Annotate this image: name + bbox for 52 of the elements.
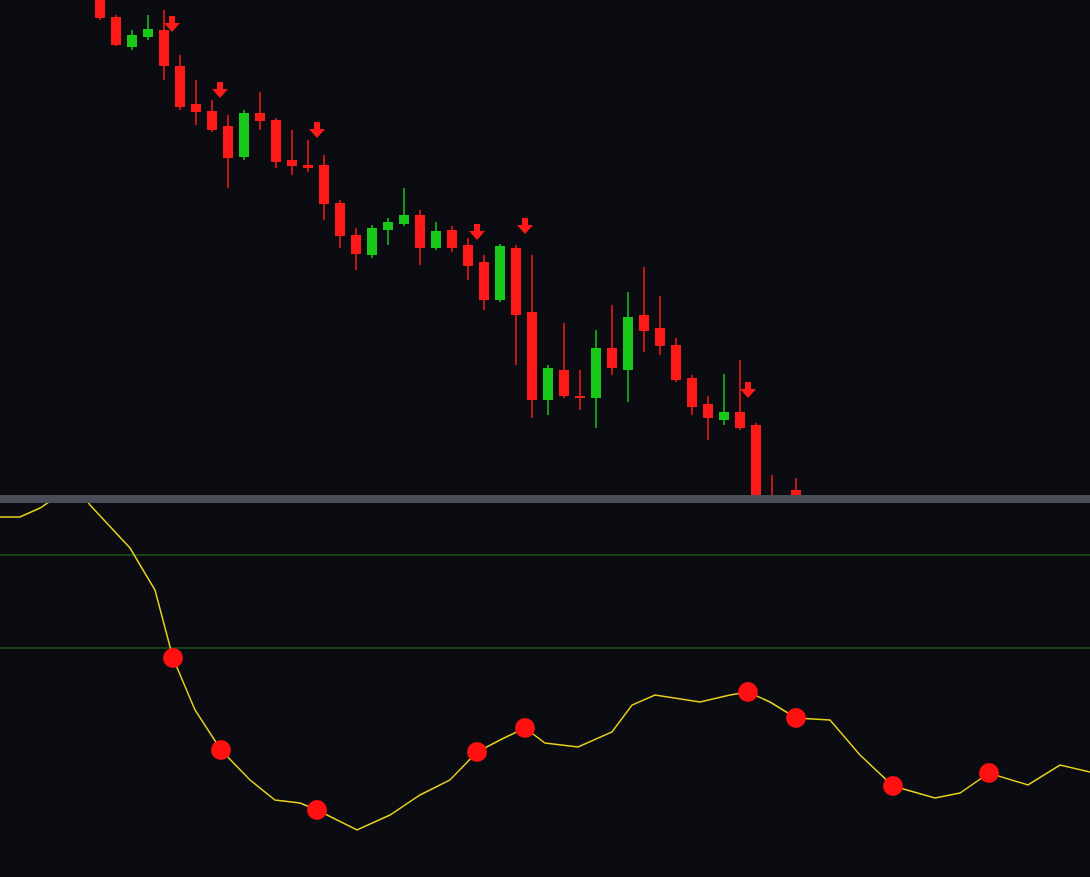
candlestick <box>335 199 345 249</box>
candlestick <box>319 154 329 221</box>
candlestick <box>271 117 281 169</box>
candlestick <box>191 79 201 126</box>
candlestick <box>255 91 265 131</box>
candlestick <box>351 227 361 271</box>
candlestick <box>687 374 697 416</box>
candlestick <box>447 225 457 253</box>
candlestick <box>367 224 377 259</box>
candlestick <box>383 217 393 246</box>
down-arrow-icon <box>469 224 485 240</box>
panel-splitter[interactable] <box>0 495 1090 503</box>
candlestick <box>415 209 425 266</box>
candlestick <box>239 109 249 161</box>
candlestick <box>463 237 473 281</box>
signal-dot <box>163 648 183 668</box>
candlestick <box>95 0 105 21</box>
candlestick <box>771 474 773 495</box>
candlestick <box>111 14 121 47</box>
down-arrow-icon <box>164 16 180 32</box>
candlestick <box>791 477 801 495</box>
signal-dot <box>211 740 231 760</box>
candlestick <box>207 99 217 133</box>
candlestick <box>399 187 409 227</box>
candlestick <box>495 243 505 303</box>
candlestick <box>719 373 729 426</box>
signal-dot <box>786 708 806 728</box>
signal-dot <box>883 776 903 796</box>
down-arrow-icon <box>517 218 533 234</box>
candlestick <box>303 139 313 173</box>
candlestick <box>671 337 681 383</box>
signal-dot <box>515 718 535 738</box>
candlestick <box>143 14 153 41</box>
candlestick <box>543 364 553 416</box>
candlestick <box>287 129 297 176</box>
candlestick <box>575 369 585 411</box>
candlestick <box>655 295 665 356</box>
down-arrow-icon <box>309 122 325 138</box>
signal-dot <box>307 800 327 820</box>
candlestick <box>431 221 441 251</box>
signal-dot <box>467 742 487 762</box>
candlestick <box>127 29 137 51</box>
down-arrow-icon <box>740 382 756 398</box>
candlestick <box>175 54 185 111</box>
candlestick <box>735 359 745 431</box>
candlestick <box>607 304 617 376</box>
candlestick <box>703 395 713 441</box>
signal-dot <box>979 763 999 783</box>
candlestick <box>159 9 169 81</box>
down-arrow-icon <box>212 82 228 98</box>
signal-dot <box>738 682 758 702</box>
candlestick <box>479 254 489 311</box>
